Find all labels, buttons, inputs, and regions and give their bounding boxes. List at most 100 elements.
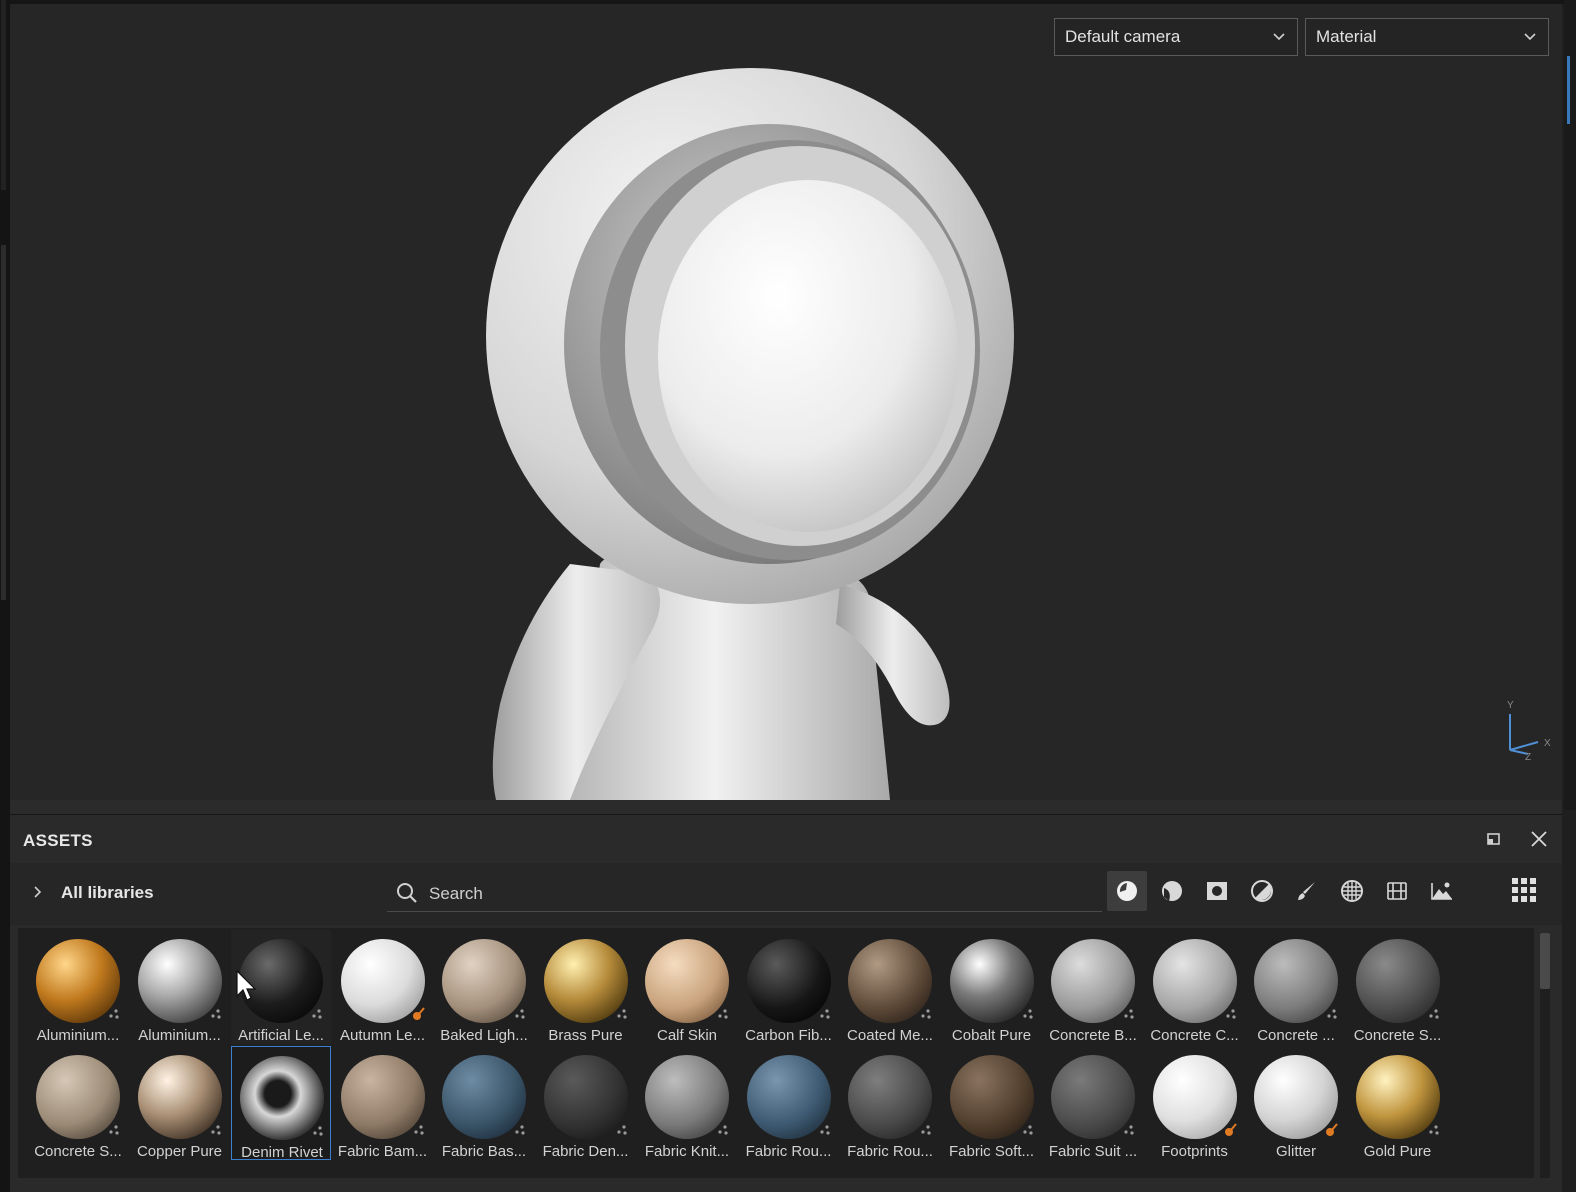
material-tile[interactable]: Fabric Bas... (434, 1046, 534, 1160)
assets-search[interactable] (387, 875, 1102, 912)
material-label: Concrete S... (1353, 1027, 1442, 1044)
dots-badge-icon (109, 1009, 119, 1019)
material-label: Cobalt Pure (951, 1027, 1032, 1044)
dots-badge-icon (210, 1009, 221, 1019)
chevron-right-icon (34, 886, 42, 898)
material-tile[interactable]: Concrete ... (1246, 930, 1346, 1044)
3d-viewport[interactable]: Default camera Material Y X Z (10, 4, 1562, 800)
filters-icon (1251, 880, 1273, 902)
material-tile[interactable]: Aluminium... (130, 930, 230, 1044)
grid-view-icon[interactable] (1507, 873, 1541, 907)
dots-badge-icon (413, 1125, 424, 1135)
material-label: Fabric Den... (542, 1143, 629, 1160)
brushes-icon (1298, 882, 1315, 900)
material-label: Concrete ... (1257, 1027, 1335, 1044)
textures-filter[interactable] (1332, 871, 1372, 911)
material-label: Artificial Le... (238, 1027, 324, 1044)
material-label: Calf Skin (656, 1027, 718, 1044)
dots-badge-icon (718, 1125, 728, 1135)
display-mode-select[interactable]: Material (1305, 18, 1549, 56)
environments-icon (1431, 882, 1452, 900)
material-tile[interactable]: Brass Pure (536, 930, 636, 1044)
material-label: Footprints (1161, 1143, 1228, 1160)
search-input[interactable] (427, 881, 1031, 907)
material-tile[interactable]: Fabric Knit... (637, 1046, 737, 1160)
brushes-filter[interactable] (1287, 871, 1327, 911)
material-label: Carbon Fib... (745, 1027, 832, 1044)
material-tile[interactable]: Glitter (1246, 1046, 1346, 1160)
dots-badge-icon (718, 1009, 728, 1019)
camera-select[interactable]: Default camera (1054, 18, 1298, 56)
character-model[interactable] (10, 4, 1562, 800)
material-tile[interactable]: Fabric Soft... (942, 1046, 1042, 1160)
material-label: Concrete S... (34, 1143, 122, 1160)
material-label: Copper Pure (136, 1143, 223, 1160)
material-tile[interactable]: Coated Me... (840, 930, 940, 1044)
dots-badge-icon (210, 1125, 221, 1135)
material-label: Glitter (1275, 1143, 1316, 1160)
materials-icon (1117, 881, 1137, 901)
chevron-down-icon (1524, 33, 1536, 41)
material-label: Fabric Soft... (948, 1143, 1035, 1160)
material-tile[interactable]: Autumn Le... (333, 930, 433, 1044)
left-dock-strip (0, 0, 10, 1192)
dots-badge-icon (1124, 1125, 1134, 1135)
material-tile[interactable]: Fabric Suit ... (1043, 1046, 1143, 1160)
material-label: Fabric Bam... (337, 1143, 428, 1160)
scrollbar-thumb[interactable] (1540, 933, 1550, 989)
dots-badge-icon (616, 1009, 627, 1019)
brush-badge-icon (1224, 1123, 1237, 1136)
assets-grid: Aluminium... Aluminium... Artificial Le...… (18, 928, 1534, 1192)
axis-y-label: Y (1507, 700, 1514, 711)
axis-z-label: Z (1525, 752, 1531, 763)
undock-icon[interactable] (1482, 827, 1506, 851)
material-label: Fabric Rou... (745, 1143, 832, 1160)
smart-masks-filter[interactable] (1197, 871, 1237, 911)
dots-badge-icon (1428, 1009, 1439, 1019)
axis-x-label: X (1544, 738, 1551, 749)
material-tile[interactable]: Calf Skin (637, 930, 737, 1044)
material-tile[interactable]: Fabric Rou... (739, 1046, 839, 1160)
material-label: Aluminium... (138, 1027, 221, 1044)
material-tile[interactable]: Aluminium... (28, 930, 128, 1044)
material-tile[interactable]: Cobalt Pure (942, 930, 1042, 1044)
dots-badge-icon (1327, 1009, 1337, 1019)
material-tile[interactable]: Concrete B... (1043, 930, 1143, 1044)
material-label: Fabric Bas... (441, 1143, 527, 1160)
status-footer (10, 1178, 1562, 1192)
assets-toolbar: All libraries (10, 863, 1562, 925)
panel-splitter[interactable] (10, 800, 1562, 815)
generators-filter[interactable] (1377, 871, 1417, 911)
smart-masks-icon (1207, 882, 1227, 900)
material-tile[interactable]: Gold Pure (1348, 1046, 1448, 1160)
material-tile[interactable]: Concrete C... (1145, 930, 1245, 1044)
material-label: Fabric Knit... (644, 1143, 730, 1160)
dots-badge-icon (1022, 1125, 1033, 1135)
close-icon[interactable] (1527, 827, 1551, 851)
material-tile[interactable]: Fabric Den... (536, 1046, 636, 1160)
material-label: Concrete B... (1049, 1027, 1137, 1044)
material-tile[interactable]: Fabric Rou... (840, 1046, 940, 1160)
material-tile[interactable]: Carbon Fib... (739, 930, 839, 1044)
dots-badge-icon (312, 1009, 322, 1019)
dots-badge-icon (1022, 1009, 1033, 1019)
filters-filter[interactable] (1242, 871, 1282, 911)
material-tile[interactable]: Concrete S... (28, 1046, 128, 1160)
assets-scrollbar[interactable] (1540, 933, 1550, 1187)
camera-select-value: Default camera (1065, 27, 1181, 46)
material-label: Brass Pure (548, 1027, 623, 1044)
material-tile[interactable]: Footprints (1145, 1046, 1245, 1160)
material-tile[interactable]: Denim Rivet (231, 1046, 331, 1161)
materials-filter[interactable] (1107, 871, 1147, 911)
smart-materials-filter[interactable] (1152, 871, 1192, 911)
material-label: Coated Me... (847, 1027, 933, 1044)
material-tile[interactable]: Fabric Bam... (333, 1046, 433, 1160)
brush-badge-icon (1326, 1123, 1338, 1136)
right-dock-strip (1564, 0, 1576, 810)
material-tile[interactable]: Concrete S... (1348, 930, 1448, 1044)
dots-badge-icon (109, 1125, 119, 1135)
material-tile[interactable]: Baked Ligh... (434, 930, 534, 1044)
material-tile[interactable]: Copper Pure (130, 1046, 230, 1160)
environments-filter[interactable] (1422, 871, 1462, 911)
dots-badge-icon (515, 1125, 525, 1135)
